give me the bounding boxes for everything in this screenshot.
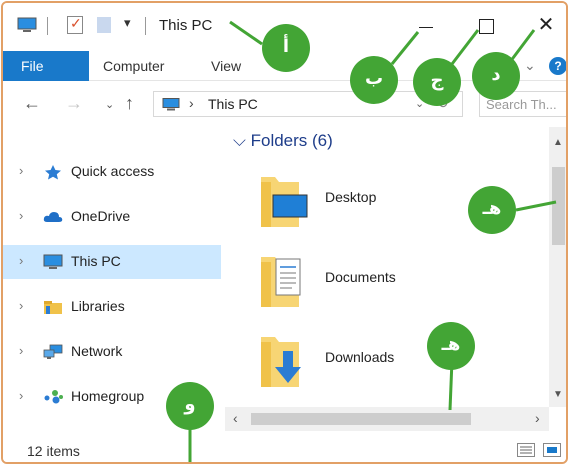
callout-maximize: ج xyxy=(413,58,461,106)
tab-view[interactable]: View xyxy=(211,51,241,81)
details-view-icon[interactable] xyxy=(517,443,535,457)
item-count: 12 items xyxy=(27,443,80,459)
computer-icon xyxy=(17,17,37,32)
expand-caret-icon[interactable]: › xyxy=(19,388,23,403)
folder-label: Downloads xyxy=(325,349,395,365)
folder-documents[interactable]: Documents xyxy=(259,251,519,315)
forward-button[interactable]: → xyxy=(65,93,83,114)
folder-downloads[interactable]: Downloads xyxy=(259,331,519,395)
scroll-right-icon[interactable]: › xyxy=(535,410,540,426)
large-icons-view-icon[interactable] xyxy=(543,443,561,457)
horizontal-scrollbar[interactable]: ‹ › xyxy=(225,407,549,431)
customize-toolbar-icon[interactable]: ▾ xyxy=(124,15,131,31)
minimize-button[interactable] xyxy=(409,11,443,41)
sidebar-item-quick-access[interactable]: › Quick access xyxy=(3,155,221,189)
homegroup-icon xyxy=(44,390,63,404)
expand-caret-icon[interactable]: › xyxy=(19,343,23,358)
network-icon xyxy=(43,344,63,359)
scroll-left-icon[interactable]: ‹ xyxy=(233,410,238,426)
tab-computer[interactable]: Computer xyxy=(103,51,164,81)
sidebar-item-network[interactable]: › Network xyxy=(3,335,221,369)
sidebar-item-this-pc[interactable]: › This PC xyxy=(3,245,221,279)
sidebar-item-libraries[interactable]: › Libraries xyxy=(3,290,221,324)
callout-close: د xyxy=(472,52,520,100)
expand-caret-icon[interactable]: › xyxy=(19,163,23,178)
sidebar-item-label: Quick access xyxy=(71,163,155,179)
scroll-up-icon[interactable]: ▲ xyxy=(553,137,563,148)
expand-caret-icon[interactable]: › xyxy=(19,208,23,223)
expand-caret-icon[interactable]: › xyxy=(19,298,23,313)
downloads-folder-icon xyxy=(261,337,301,387)
expand-caret-icon[interactable]: › xyxy=(19,253,23,268)
callout-minimize: ب xyxy=(350,56,398,104)
desktop-folder-icon xyxy=(261,177,308,227)
help-icon[interactable]: ? xyxy=(549,57,566,75)
properties-icon[interactable] xyxy=(67,15,83,34)
callout-vertical-scrollbar: هـ xyxy=(468,186,516,234)
callout-horizontal-scrollbar: هـ xyxy=(427,322,475,370)
sidebar-item-label: Network xyxy=(71,343,123,359)
callout-title-bar: أ xyxy=(262,24,310,72)
window-title: This PC xyxy=(159,17,213,34)
expand-ribbon-icon[interactable]: ⌄ xyxy=(524,57,536,74)
sidebar-item-label: This PC xyxy=(71,253,121,269)
back-button[interactable]: ← xyxy=(23,93,41,114)
vertical-scroll-thumb[interactable] xyxy=(552,167,565,245)
sidebar-item-label: Libraries xyxy=(71,298,125,314)
status-bar: 12 items xyxy=(3,433,566,462)
star-icon xyxy=(45,165,61,180)
sidebar-item-onedrive[interactable]: › OneDrive xyxy=(3,200,221,234)
cloud-icon xyxy=(43,212,63,222)
sidebar-item-label: Homegroup xyxy=(71,388,145,404)
sidebar-item-label: OneDrive xyxy=(71,208,131,224)
tab-file[interactable]: File xyxy=(3,51,89,81)
documents-folder-icon xyxy=(261,257,301,307)
libraries-icon xyxy=(44,301,62,314)
breadcrumb-chevron-icon[interactable]: › xyxy=(189,95,194,111)
close-button[interactable]: ✕ xyxy=(529,11,563,41)
computer-icon xyxy=(162,98,180,111)
computer-icon xyxy=(43,254,63,269)
folders-group-header[interactable]: ⌵ Folders (6) xyxy=(233,131,333,151)
horizontal-scroll-thumb[interactable] xyxy=(251,413,471,425)
up-button[interactable]: ↑ xyxy=(125,93,134,114)
maximize-button[interactable] xyxy=(469,11,503,41)
recent-locations-button[interactable]: ⌄ xyxy=(105,98,114,111)
scroll-down-icon[interactable]: ▼ xyxy=(553,389,563,400)
callout-status-bar: و xyxy=(166,382,214,430)
toolbar-separator xyxy=(145,17,146,35)
folder-label: Desktop xyxy=(325,189,377,205)
folder-label: Documents xyxy=(325,269,396,285)
breadcrumb-this-pc[interactable]: This PC xyxy=(208,96,258,112)
new-folder-icon[interactable] xyxy=(97,17,111,33)
folder-content: ⌵ Folders (6) Desktop Documents Download… xyxy=(225,127,566,407)
toolbar-separator xyxy=(47,17,48,35)
vertical-scrollbar[interactable]: ▲ ▼ xyxy=(549,127,566,407)
